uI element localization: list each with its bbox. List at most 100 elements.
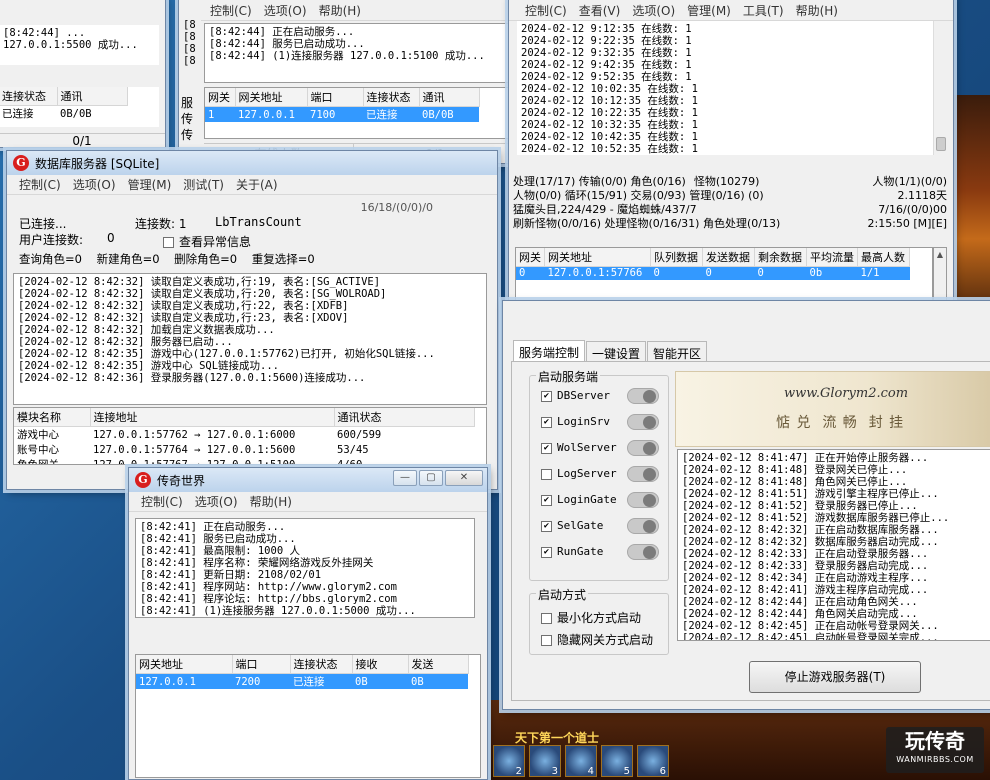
window-controls: — ▢ ✕ <box>393 470 483 486</box>
start-mode-checkbox[interactable]: 最小化方式启动 <box>541 609 641 626</box>
service-toggle[interactable] <box>627 414 659 430</box>
column-header[interactable]: 接收 <box>352 655 409 674</box>
service-checkbox[interactable]: ✔ SelGate <box>541 519 603 532</box>
stats-left: 处理(17/17) 传输(0/0) 角色(0/16) <box>513 175 686 188</box>
menu-item[interactable]: 选项(O) <box>189 493 244 510</box>
log-line: [2024-02-12 8:42:32] 服务器已启动... <box>18 336 233 348</box>
db-user-conn-label: 用户连接数: <box>19 233 84 247</box>
column-header[interactable]: 发送数据 <box>702 248 755 267</box>
menu-item[interactable]: 帮助(H) <box>313 2 367 19</box>
menu-item[interactable]: 管理(M) <box>122 176 178 193</box>
menu-item[interactable]: 选项(O) <box>258 2 313 19</box>
cq-titlebar[interactable]: G 传奇世界 — ▢ ✕ <box>129 468 487 492</box>
column-header[interactable]: 网关 <box>205 88 236 107</box>
service-checkbox[interactable]: ✔ RunGate <box>541 545 603 558</box>
column-header[interactable]: 端口 <box>307 88 364 107</box>
log-line: [8:42:41] 正在启动服务... <box>140 521 286 533</box>
column-header[interactable]: 网关地址 <box>235 88 308 107</box>
service-toggle[interactable] <box>627 518 659 534</box>
abnormal-info-label: 查看异常信息 <box>179 235 252 249</box>
db-module-grid[interactable]: 模块名称 连接地址 通讯状态 游戏中心 127.0.0.1:57762 → 127.0.… <box>13 407 487 465</box>
menu-item[interactable]: 帮助(H) <box>244 493 298 510</box>
gate-grid[interactable]: 网关 网关地址 端口 连接状态 通讯 1 127.0.0.1 7100 已连接 0B/0B <box>204 87 516 139</box>
service-toggle[interactable] <box>627 544 659 560</box>
game-title-text: 天下第一个道士 <box>515 731 600 745</box>
table-row[interactable]: 角色网关 127.0.0.1:57767 → 127.0.0.1:5100 4/60 <box>14 457 474 465</box>
menu-item[interactable]: 控制(C) <box>204 2 258 19</box>
table-row[interactable]: 账号中心 127.0.0.1:57764 → 127.0.0.1:5600 53/4… <box>14 442 474 457</box>
menu-item[interactable]: 工具(T) <box>737 2 790 19</box>
skill-slot-icon[interactable]: 2 <box>493 745 525 777</box>
column-header[interactable]: 模块名称 <box>14 408 91 427</box>
menu-item[interactable]: 查看(V) <box>573 2 627 19</box>
log-line: [8:42:44] (1)连接服务器 127.0.0.1:5100 成功... <box>209 50 485 62</box>
service-toggle[interactable] <box>627 492 659 508</box>
db-titlebar[interactable]: G 数据库服务器 [SQLite] <box>7 151 497 175</box>
column-header[interactable]: 通讯 <box>419 88 480 107</box>
menu-item[interactable]: 控制(C) <box>135 493 189 510</box>
cq-gate-grid[interactable]: 网关地址 端口 连接状态 接收 发送 127.0.0.1 7200 已连接 0B 0B <box>135 654 481 778</box>
column-header[interactable]: 连接状态 <box>290 655 353 674</box>
m2-log-scrollbar[interactable] <box>933 21 947 155</box>
column-header[interactable]: 最高人数 <box>857 248 910 267</box>
column-header[interactable]: 网关地址 <box>136 655 233 674</box>
table-row[interactable]: 游戏中心 127.0.0.1:57762 → 127.0.0.1:6000 600/… <box>14 427 474 443</box>
service-checkbox[interactable]: LogServer <box>541 467 617 480</box>
service-toggle[interactable] <box>627 388 659 404</box>
table-row[interactable]: 0 127.0.0.1:57766 0 0 0 0b 1/1 <box>516 266 910 280</box>
service-toggle[interactable] <box>627 466 659 482</box>
column-header[interactable]: 网关地址 <box>544 248 651 267</box>
minimize-button[interactable]: — <box>393 470 417 486</box>
menu-item[interactable]: 帮助(H) <box>790 2 844 19</box>
db-user-conn-value: 0 <box>107 231 115 245</box>
column-header[interactable]: 队列数据 <box>650 248 703 267</box>
table-cell: 账号中心 <box>17 444 59 456</box>
service-checkbox[interactable]: ✔ LoginGate <box>541 493 617 506</box>
maximize-button[interactable]: ▢ <box>419 470 443 486</box>
start-mode-checkbox[interactable]: 隐藏网关方式启动 <box>541 631 653 648</box>
log-line: [2024-02-12 8:41:52] 游戏数据库服务器已停止... <box>682 512 950 524</box>
db-server-window: G 数据库服务器 [SQLite] 控制(C) 选项(O) 管理(M) 测试(T) 关于… <box>6 150 498 490</box>
header-row: 网关 网关地址 端口 连接状态 通讯 <box>205 88 480 107</box>
menu-item[interactable]: 管理(M) <box>681 2 737 19</box>
left-gate-grid[interactable]: 连接状态 通讯 已连接 0B/0B <box>0 87 159 127</box>
skill-slot-icon[interactable]: 4 <box>565 745 597 777</box>
log-line: [8:42:41] 程序论坛: http://bbs.glorym2.com <box>140 593 397 605</box>
service-checkbox[interactable]: ✔ WolServer <box>541 441 617 454</box>
menu-item[interactable]: 控制(C) <box>13 176 67 193</box>
menu-item[interactable]: 控制(C) <box>519 2 573 19</box>
menu-item[interactable]: 选项(O) <box>67 176 122 193</box>
table-cell: 已连接 <box>2 108 34 120</box>
watermark-url: WANMIRBBS.COM <box>896 755 974 764</box>
column-header[interactable]: 网关 <box>516 248 545 267</box>
column-header[interactable]: 通讯状态 <box>334 408 475 427</box>
table-row[interactable]: 1 127.0.0.1 7100 已连接 0B/0B <box>205 106 479 122</box>
menu-item[interactable]: 关于(A) <box>230 176 284 193</box>
service-checkbox[interactable]: ✔ DBServer <box>541 389 610 402</box>
column-header[interactable]: 发送 <box>408 655 469 674</box>
table-row[interactable]: 已连接 0B/0B <box>0 106 127 122</box>
menu-item[interactable]: 选项(O) <box>626 2 681 19</box>
column-header[interactable]: 通讯 <box>57 87 128 106</box>
skill-slot-icon[interactable]: 6 <box>637 745 669 777</box>
cq-gate-window: G 传奇世界 — ▢ ✕ 控制(C) 选项(O) 帮助(H) [8:42:41] 正… <box>128 467 488 780</box>
column-header[interactable]: 连接地址 <box>90 408 335 427</box>
log-line: [2024-02-12 8:42:32] 读取自定义表成功,行:20, 表名:[… <box>18 288 387 300</box>
skill-slot-icon[interactable]: 3 <box>529 745 561 777</box>
table-row[interactable]: 127.0.0.1 7200 已连接 0B 0B <box>136 673 468 689</box>
column-header[interactable]: 剩余数据 <box>754 248 807 267</box>
skill-slot-icon[interactable]: 5 <box>601 745 633 777</box>
log-line: 2024-02-12 10:12:35 在线数: 1 <box>521 95 698 107</box>
log-line: [8 <box>183 55 196 67</box>
service-toggle[interactable] <box>627 440 659 456</box>
db-menubar: 控制(C) 选项(O) 管理(M) 测试(T) 关于(A) <box>7 175 497 195</box>
menu-item[interactable]: 测试(T) <box>177 176 230 193</box>
stop-game-server-button[interactable]: 停止游戏服务器(T) <box>749 661 921 693</box>
column-header[interactable]: 连接状态 <box>363 88 420 107</box>
close-button[interactable]: ✕ <box>445 470 483 486</box>
column-header[interactable]: 端口 <box>232 655 291 674</box>
abnormal-info-checkbox[interactable]: 查看异常信息 <box>163 233 251 250</box>
column-header[interactable]: 平均流量 <box>806 248 858 267</box>
service-checkbox[interactable]: ✔ LoginSrv <box>541 415 610 428</box>
column-header[interactable]: 连接状态 <box>0 87 58 106</box>
